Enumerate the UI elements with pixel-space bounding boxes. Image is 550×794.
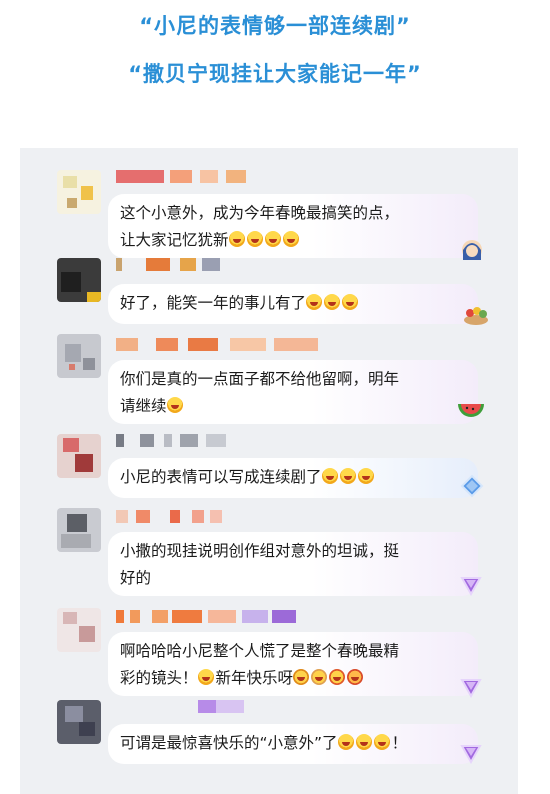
laugh-emoji-icon	[228, 231, 245, 247]
comment-text: 啊哈哈哈小尼整个人慌了是整个春晚最精 彩的镜头！ 新年快乐呀	[120, 642, 400, 687]
laugh-emoji-icon	[337, 734, 354, 750]
avatar[interactable]	[57, 170, 101, 214]
avatar[interactable]	[57, 334, 101, 378]
comment-bubble: 小撒的现挂说明创作组对意外的坦诚，挺 好的	[108, 532, 478, 596]
headline-2: “撒贝宁现挂让大家能记一年”	[128, 62, 422, 86]
laugh-emoji-icon	[357, 468, 374, 484]
laugh-emoji-icon	[197, 669, 214, 685]
avatar[interactable]	[57, 700, 101, 744]
laugh-emoji-icon	[324, 294, 341, 310]
flower-bowl-icon	[462, 304, 488, 326]
celebration-sticker-icon	[293, 669, 310, 685]
comment-bubble: 小尼的表情可以写成连续剧了	[108, 458, 478, 498]
avatar[interactable]	[57, 608, 101, 652]
avatar[interactable]	[57, 258, 101, 302]
comment-bubble: 可谓是最惊喜快乐的“小意外”了！	[108, 724, 478, 764]
celebration-sticker-icon	[329, 669, 346, 685]
comment-bubble: 啊哈哈哈小尼整个人慌了是整个春晚最精 彩的镜头！ 新年快乐呀	[108, 632, 478, 696]
celebration-sticker-icon	[347, 669, 364, 685]
purple-diamond-icon	[458, 674, 482, 699]
comment-text: 好了，能笑一年的事儿有了	[120, 290, 466, 317]
laugh-emoji-icon	[342, 294, 359, 310]
watermelon-icon	[456, 400, 484, 422]
comment-bubble: 好了，能笑一年的事儿有了	[108, 284, 478, 324]
purple-diamond-icon	[458, 740, 482, 765]
headline-1: “小尼的表情够一部连续剧”	[139, 14, 411, 38]
laugh-emoji-icon	[264, 231, 281, 247]
blue-diamond-icon	[460, 474, 484, 498]
laugh-emoji-icon	[282, 231, 299, 247]
comment-text: 你们是真的一点面子都不给他留啊，明年 请继续	[120, 370, 400, 415]
comment-bubble: 这个小意外，成为今年春晚最搞笑的点， 让大家记忆犹新	[108, 194, 478, 258]
laugh-emoji-icon	[355, 734, 372, 750]
comment-text: 这个小意外，成为今年春晚最搞笑的点， 让大家记忆犹新	[120, 204, 400, 249]
laugh-emoji-icon	[166, 397, 183, 413]
comment-text: 小撒的现挂说明创作组对意外的坦诚，挺 好的	[120, 542, 400, 587]
comment-text: 可谓是最惊喜快乐的“小意外”了！	[120, 734, 408, 752]
avatar[interactable]	[57, 434, 101, 478]
laugh-emoji-icon	[306, 294, 323, 310]
laugh-emoji-icon	[339, 468, 356, 484]
avatar[interactable]	[57, 508, 101, 552]
purple-diamond-icon	[458, 572, 482, 597]
celebration-sticker-icon	[311, 669, 328, 685]
comment-text: 小尼的表情可以写成连续剧了	[120, 464, 466, 491]
laugh-emoji-icon	[373, 734, 390, 750]
girl-sticker-icon	[460, 238, 484, 260]
comment-panel: 这个小意外，成为今年春晚最搞笑的点， 让大家记忆犹新 好了，能笑一年的事儿有了	[20, 148, 518, 794]
comment-bubble: 你们是真的一点面子都不给他留啊，明年 请继续	[108, 360, 478, 424]
laugh-emoji-icon	[246, 231, 263, 247]
laugh-emoji-icon	[321, 468, 338, 484]
